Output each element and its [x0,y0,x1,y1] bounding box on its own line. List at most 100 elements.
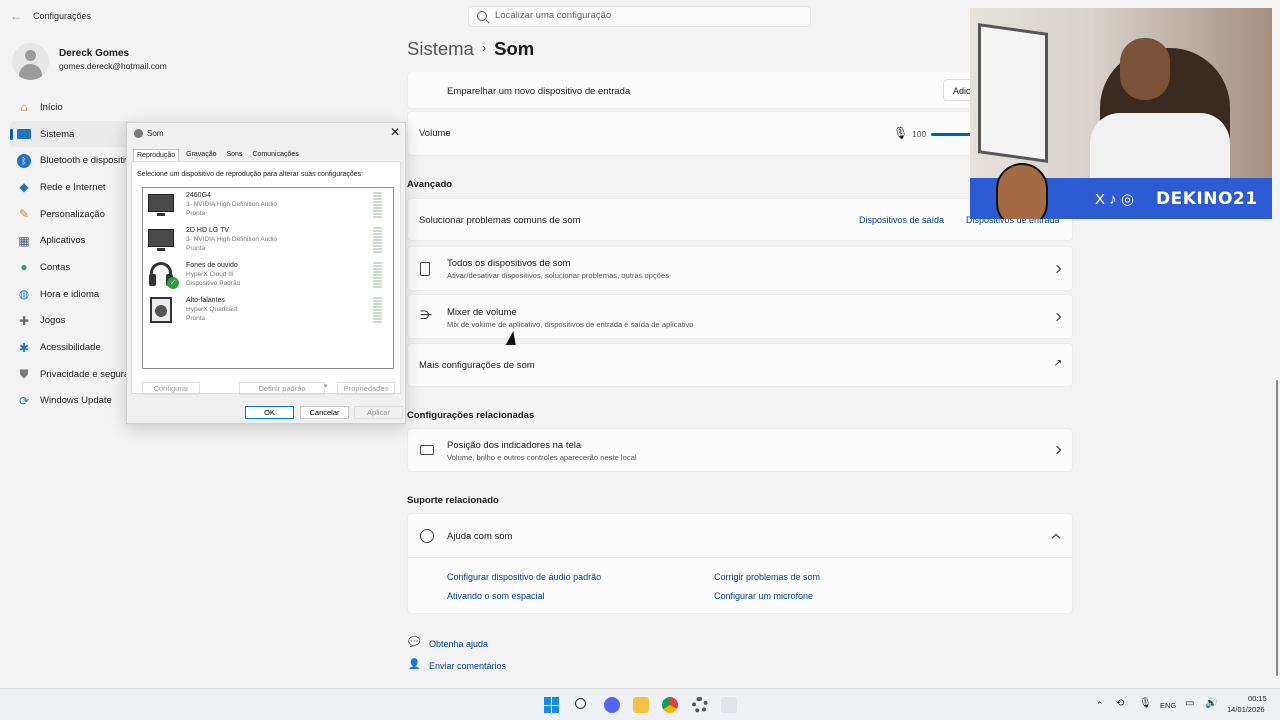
sidebar-item-system[interactable]: Sistema [10,120,140,148]
tab-sounds[interactable]: Sons [224,149,246,161]
back-arrow-icon[interactable]: ← [10,9,22,23]
help-title[interactable]: Ajuda com som [447,531,512,542]
update-icon: ⟳ [18,393,30,408]
list-item[interactable]: 2460G4 3- NVIDIA High Definition Audio P… [147,190,387,224]
chevron-right-icon: › [481,40,487,55]
sidebar-item-personalization[interactable]: ✎ Personalização [10,201,140,228]
sidebar-item-network[interactable]: ◆ Rede e Internet [10,174,140,201]
mixer-icon: ⋺ [420,308,432,322]
language-indicator[interactable]: ENG [1160,701,1176,710]
sidebar-item-gaming[interactable]: ✚ Jogos [10,308,140,335]
windows-start-icon[interactable] [544,697,560,713]
more-sound-settings-card[interactable]: Mais configurações de som ↗ [407,343,1073,387]
tab-communications[interactable]: Comunicações [249,149,301,161]
file-explorer-icon[interactable] [633,697,649,713]
clock-date[interactable]: 14/01/2026 [1227,705,1265,714]
globe-icon [420,529,434,543]
tab-recording[interactable]: Gravação [183,149,219,161]
list-item[interactable]: 2D HD LG TV 3- NVIDIA High Definition Au… [147,225,387,259]
support-heading: Suporte relacionado [407,495,499,506]
configure-default-audio-link[interactable]: Configurar dispositivo de áudio padrão [447,572,601,582]
dialog-title: Som [147,129,164,138]
get-help-link[interactable]: Obtenha ajuda [429,639,488,649]
home-icon: ⌂ [20,100,28,115]
breadcrumb-parent[interactable]: Sistema [407,38,474,59]
mixer-subtitle: Mix de volume de aplicativo, dispositivo… [447,320,694,329]
taskbar: ⌃ ⟲ 🎙 ENG ▭ 🔊 00:15 14/01/2026 [0,688,1280,720]
properties-button[interactable]: Propriedades [337,382,395,395]
apply-button[interactable]: Aplicar [354,406,403,419]
device-list: 2460G4 3- NVIDIA High Definition Audio P… [142,187,394,369]
all-sound-devices-card[interactable]: Todos os dispositivos de som Ativar/desa… [407,246,1073,291]
shield-icon: ⛊ [19,367,29,382]
chevron-right-icon [1052,445,1062,455]
brush-icon: ✎ [18,207,30,222]
close-icon[interactable]: ✕ [390,125,400,139]
chevron-up-icon[interactable] [1051,533,1061,543]
streamer-handle: DEKINO21 [1156,189,1258,209]
monitor-icon [148,192,175,218]
chevron-up-icon[interactable]: ⌃ [1096,700,1104,711]
speaker-device-icon [420,262,430,276]
display-icon[interactable]: ▭ [1185,698,1194,709]
dialog-instruction: Selecione um dispositivo de reprodução p… [137,171,364,178]
volume-icon[interactable]: 🔊 [1205,698,1217,709]
position-title: Posição dos indicadores na tela [447,440,582,451]
sidebar-nav: ⌂ Início Sistema ᛒ Bluetooth e dispositivo… [10,94,140,414]
microphone-icon[interactable]: 🎙 [1139,698,1152,709]
feedback-link[interactable]: Enviar comentários [429,661,506,671]
avatar[interactable] [12,43,49,80]
search-icon[interactable] [574,697,590,713]
clock-time[interactable]: 00:15 [1248,694,1267,703]
list-item[interactable]: ✓ Fones de ouvido HyperX Cloud III Dispo… [147,260,387,294]
output-devices-link[interactable]: Dispositivos de saída [859,215,944,225]
sidebar-item-privacy[interactable]: ⛊ Privacidade e segurança [10,361,140,388]
sidebar-item-home[interactable]: ⌂ Início [10,94,140,121]
search-box[interactable] [468,6,811,27]
configure-microphone-link[interactable]: Configurar um microfone [714,591,813,601]
fix-sound-problems-link[interactable]: Corrigir problemas de som [714,572,820,582]
sound-dialog: Som ✕ Reprodução Gravação Sons Comunicaç… [126,122,406,424]
pair-input-label: Emparelhar um novo dispositivo de entrad… [447,86,631,97]
set-default-button[interactable]: Definir padrão [239,382,325,395]
playback-panel: Selecione um dispositivo de reprodução p… [131,161,401,395]
page-title: Som [494,38,535,59]
all-devices-title: Todos os dispositivos de som [447,258,571,269]
social-icons: X ♪ ◎ [1095,191,1134,208]
monitor-icon [148,227,175,253]
configure-button[interactable]: Configurar [142,382,200,395]
chrome-icon[interactable] [662,697,678,713]
display-icon [420,445,434,455]
ok-button[interactable]: OK [245,406,294,419]
external-link-icon: ↗ [1053,358,1062,369]
search-icon [477,11,487,21]
sidebar-item-accounts[interactable]: ● Contas [10,254,140,281]
sidebar-item-accessibility[interactable]: ✱ Acessibilidade [10,334,140,361]
sidebar-item-bluetooth[interactable]: ᛒ Bluetooth e dispositivos [10,147,140,174]
app-title: Configurações [33,11,92,21]
cancel-button[interactable]: Cancelar [300,406,349,419]
microphone-icon: 🎙 [893,126,909,140]
sync-icon[interactable]: ⟲ [1116,698,1124,709]
search-input[interactable] [495,10,795,21]
discord-icon[interactable] [604,697,620,713]
spatial-sound-link[interactable]: Ativando o som espacial [447,591,545,601]
indicator-position-card[interactable]: Posição dos indicadores na tela Volume, … [407,428,1073,472]
chevron-down-icon[interactable]: ▾ [324,382,328,390]
webcam-overlay: X ♪ ◎ DEKINO21 [970,8,1272,219]
mixer-title: Mixer de volume [447,307,517,318]
sidebar-item-update[interactable]: ⟳ Windows Update [10,388,140,415]
settings-gear-icon[interactable] [692,697,708,713]
chevron-right-icon [1052,264,1062,274]
accounts-icon: ● [20,260,28,275]
sidebar-item-time[interactable]: ◍ Hora e idioma [10,281,140,308]
volume-value: 100 [912,129,927,139]
system-icon [17,129,31,140]
sidebar-item-apps[interactable]: ▦ Aplicativos [10,227,140,254]
list-item[interactable]: Alto-falantes HyperX Quadcast Pronta [147,295,387,329]
scrollbar[interactable] [1276,380,1278,676]
speaker-app-icon[interactable] [721,697,737,713]
level-meter [373,192,382,218]
tab-playback[interactable]: Reprodução [133,149,180,161]
related-heading: Configurações relacionadas [407,410,535,421]
